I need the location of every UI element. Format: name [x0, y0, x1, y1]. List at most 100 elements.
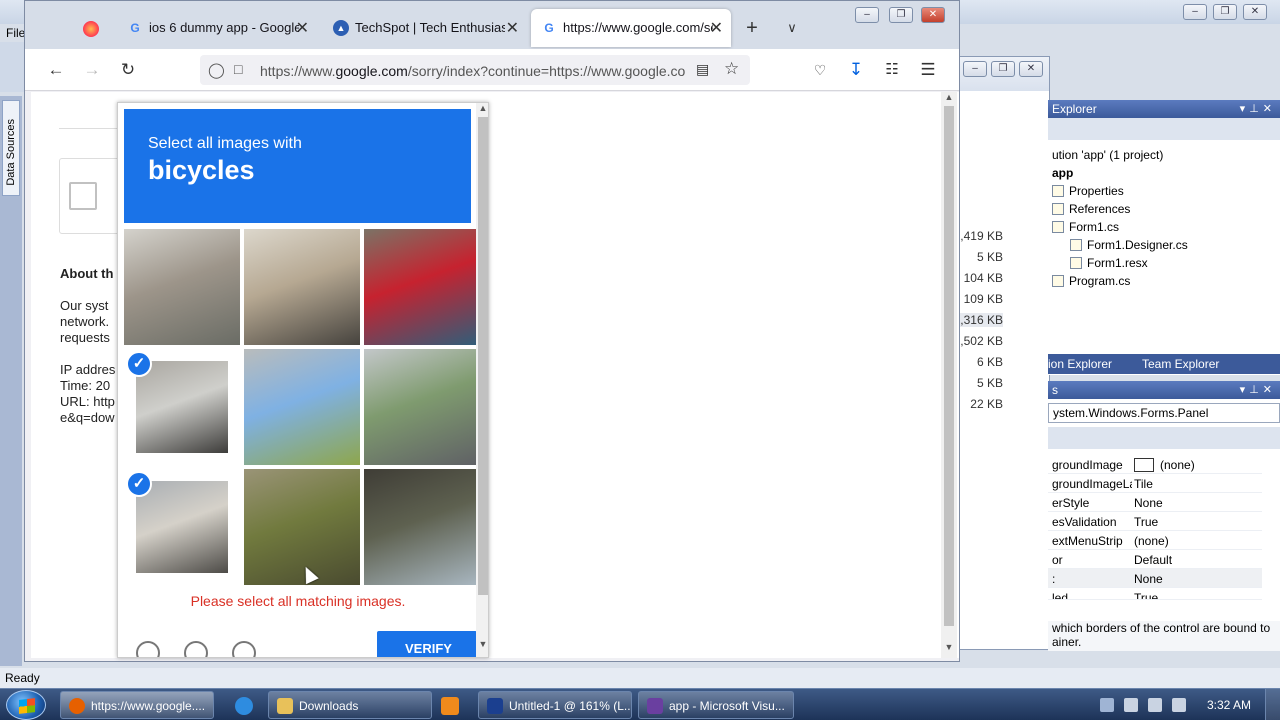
panel-pin-icon[interactable]: ▾⊥✕ — [1240, 383, 1276, 396]
vs-file-list-panel: – ❐ ✕ 2,419 KB 5 KB 104 KB 109 KB 4,316 … — [943, 56, 1050, 650]
tab-team-explorer[interactable]: Team Explorer — [1142, 357, 1219, 371]
tree-item-form1-resx[interactable]: Form1.resx — [1070, 256, 1148, 270]
reload-challenge-icon[interactable] — [136, 641, 160, 657]
image-tile[interactable] — [244, 229, 360, 345]
taskbar-item-photoshop[interactable]: Untitled-1 @ 161% (L... — [478, 691, 632, 719]
property-row[interactable]: : None — [1048, 569, 1262, 588]
firefox-minimize-button[interactable]: – — [855, 7, 879, 23]
vs-maximize-button[interactable]: ❐ — [1213, 4, 1237, 20]
downloads-icon[interactable]: ↧ — [845, 59, 867, 81]
reload-button[interactable]: ↻ — [117, 59, 139, 81]
menu-hamburger-icon[interactable]: ☰ — [917, 59, 939, 81]
image-tile[interactable]: ✓ — [124, 349, 240, 465]
scroll-up-arrow-icon[interactable]: ▲ — [941, 92, 957, 106]
firefox-icon — [69, 698, 85, 714]
tree-item-program[interactable]: Program.cs — [1052, 274, 1130, 288]
firefox-maximize-button[interactable]: ❐ — [889, 7, 913, 23]
url-text[interactable]: https://www.google.com/sorry/index?conti… — [260, 63, 688, 79]
image-tile[interactable] — [364, 229, 480, 345]
tab-close-icon[interactable]: ✕ — [296, 18, 309, 38]
back-button[interactable]: ← — [45, 59, 67, 81]
page-text: network. — [60, 314, 110, 329]
vs-close-button[interactable]: ✕ — [1243, 4, 1267, 20]
panel-restore-button[interactable]: ❐ — [991, 61, 1015, 77]
url-bar[interactable]: ◯ □ https://www.google.com/sorry/index?c… — [200, 55, 750, 85]
recaptcha-checkbox[interactable] — [69, 182, 97, 210]
audio-challenge-icon[interactable] — [184, 641, 208, 657]
scroll-down-arrow-icon[interactable]: ▼ — [476, 639, 488, 649]
property-row[interactable]: or Default — [1048, 550, 1262, 569]
scroll-up-arrow-icon[interactable]: ▲ — [476, 103, 488, 113]
properties-object-select[interactable]: ystem.Windows.Forms.Panel — [1048, 403, 1280, 423]
property-row[interactable]: erStyle None — [1048, 493, 1262, 512]
forward-button[interactable]: → — [81, 59, 103, 81]
scroll-thumb[interactable] — [944, 106, 954, 626]
property-row[interactable]: groundImageLa Tile — [1048, 474, 1262, 493]
tray-expand-icon[interactable] — [1100, 698, 1114, 712]
verify-button[interactable]: VERIFY — [377, 631, 477, 657]
start-button[interactable] — [6, 690, 46, 720]
tree-item-project[interactable]: app — [1052, 166, 1073, 180]
tree-item-solution[interactable]: ution 'app' (1 project) — [1052, 148, 1163, 162]
info-icon[interactable] — [232, 641, 256, 657]
tab-google-sorry[interactable]: G https://www.google.com/se ✕ — [531, 9, 731, 47]
firefox-close-button[interactable]: ✕ — [921, 7, 945, 23]
challenge-scrollbar[interactable]: ▲ ▼ — [476, 103, 488, 657]
taskbar-item-firefox[interactable]: https://www.google.... — [60, 691, 214, 719]
list-tabs-chevron-down-icon[interactable]: ∨ — [781, 17, 803, 39]
taskbar-clock[interactable]: 3:32 AM — [1207, 698, 1251, 712]
reader-view-icon[interactable]: ▤ — [696, 61, 709, 78]
data-sources-tab[interactable]: Data Sources — [2, 100, 20, 196]
taskbar-item-downloads[interactable]: Downloads — [268, 691, 432, 719]
visual-studio-icon — [647, 698, 663, 714]
property-row[interactable]: groundImage (none) — [1048, 455, 1262, 474]
property-row[interactable]: esValidation True — [1048, 512, 1262, 531]
image-tile[interactable]: ✓ — [124, 469, 240, 585]
scroll-thumb[interactable] — [478, 117, 488, 595]
tab-solution-explorer[interactable]: ion Explorer — [1048, 357, 1112, 371]
tab-close-icon[interactable]: ✕ — [710, 18, 723, 38]
solution-explorer-panel: Explorer ▾⊥✕ ution 'app' (1 project) app… — [1048, 100, 1280, 375]
pocket-icon[interactable]: ♡ — [809, 59, 831, 81]
image-tile[interactable] — [364, 469, 480, 585]
lock-icon[interactable]: □ — [234, 61, 242, 77]
property-row[interactable]: led True — [1048, 588, 1262, 600]
image-tile[interactable] — [124, 229, 240, 345]
selected-check-icon: ✓ — [126, 351, 152, 377]
tile-photo — [364, 229, 480, 345]
action-center-flag-icon[interactable] — [1124, 698, 1138, 712]
windows-taskbar: https://www.google.... Downloads Untitle… — [0, 688, 1280, 720]
media-player-icon — [441, 697, 459, 715]
tab-close-icon[interactable]: ✕ — [506, 18, 519, 38]
google-favicon-icon: G — [130, 21, 140, 35]
taskbar-pin-internet-explorer[interactable] — [220, 691, 268, 719]
explorer-tabs: ion Explorer Team Explorer — [1048, 354, 1280, 374]
image-tile[interactable] — [244, 349, 360, 465]
page-scrollbar[interactable]: ▲ ▼ — [941, 92, 957, 658]
tab-ios-dummy-app[interactable]: G ios 6 dummy app - Google ✕ — [117, 9, 317, 47]
page-text: e&q=dow — [60, 410, 115, 425]
tree-item-references[interactable]: References — [1052, 202, 1130, 216]
panel-pin-icon[interactable]: ▾⊥✕ — [1240, 102, 1276, 115]
taskbar-item-visual-studio[interactable]: app - Microsoft Visu... — [638, 691, 794, 719]
tree-item-form1-designer[interactable]: Form1.Designer.cs — [1070, 238, 1188, 252]
bookmark-star-icon[interactable]: ☆ — [724, 59, 739, 79]
tree-item-form1[interactable]: Form1.cs — [1052, 220, 1119, 234]
vs-minimize-button[interactable]: – — [1183, 4, 1207, 20]
panel-minimize-button[interactable]: – — [963, 61, 987, 77]
cs-file-icon — [1052, 275, 1064, 287]
show-desktop-button[interactable] — [1265, 689, 1280, 720]
extensions-puzzle-icon[interactable]: ☷ — [881, 59, 903, 81]
firefox-view-icon[interactable] — [83, 21, 99, 37]
tree-item-properties[interactable]: Properties — [1052, 184, 1124, 198]
panel-close-button[interactable]: ✕ — [1019, 61, 1043, 77]
new-tab-button[interactable]: + — [741, 17, 763, 39]
property-row[interactable]: extMenuStrip (none) — [1048, 531, 1262, 550]
volume-muted-icon[interactable] — [1172, 698, 1186, 712]
scroll-down-arrow-icon[interactable]: ▼ — [941, 642, 957, 656]
tracking-protection-shield-icon[interactable]: ◯ — [208, 61, 225, 79]
taskbar-pin-media-player[interactable] — [426, 691, 474, 719]
image-tile[interactable] — [364, 349, 480, 465]
tab-techspot[interactable]: ▲ TechSpot | Tech Enthusiasts ✕ — [323, 9, 527, 47]
network-icon[interactable] — [1148, 698, 1162, 712]
